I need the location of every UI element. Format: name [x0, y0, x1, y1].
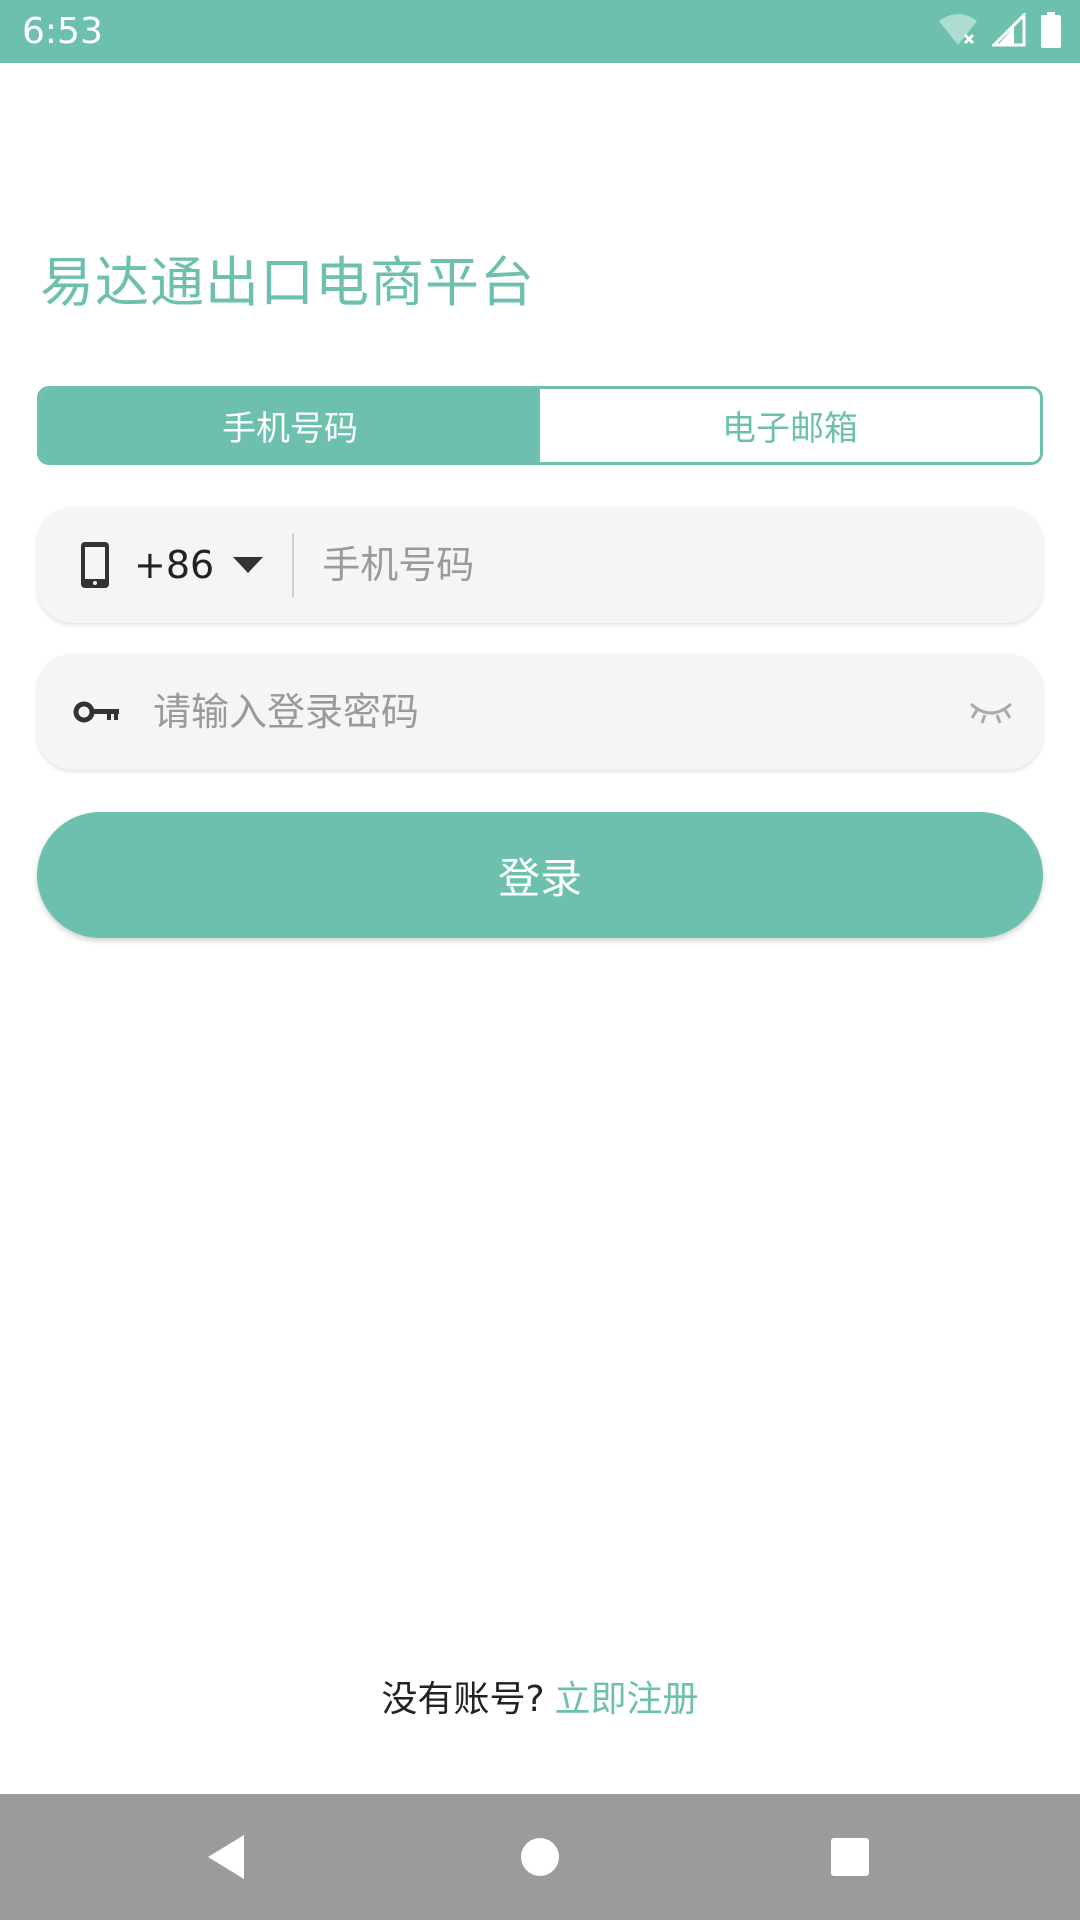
caret-down-icon[interactable] — [232, 555, 264, 575]
status-bar: 6:53 — [0, 0, 1080, 63]
app-title: 易达通出口电商平台 — [40, 251, 535, 314]
register-prompt: 没有账号? 立即注册 — [0, 1676, 1080, 1724]
back-icon[interactable] — [198, 1829, 254, 1885]
password-field — [37, 654, 1043, 770]
system-nav-bar — [0, 1794, 1080, 1920]
wifi-off-icon — [938, 13, 978, 51]
smartphone-icon — [80, 541, 110, 589]
field-divider — [292, 533, 295, 597]
login-method-tabs: 手机号码 电子邮箱 — [37, 386, 1043, 465]
tab-email[interactable]: 电子邮箱 — [540, 389, 1040, 462]
recent-apps-icon[interactable] — [822, 1829, 878, 1885]
no-account-text: 没有账号? — [381, 1679, 545, 1720]
password-input[interactable] — [151, 654, 931, 770]
register-link[interactable]: 立即注册 — [555, 1679, 699, 1720]
eye-closed-icon[interactable] — [969, 698, 1013, 724]
country-code-select[interactable]: +86 — [134, 543, 214, 587]
status-icons — [938, 11, 1062, 52]
phone-field: +86 — [37, 507, 1043, 623]
status-time: 6:53 — [22, 11, 103, 52]
tab-phone[interactable]: 手机号码 — [40, 389, 540, 462]
battery-icon — [1040, 12, 1062, 52]
home-icon[interactable] — [512, 1829, 568, 1885]
key-icon — [73, 698, 121, 726]
cell-signal-icon — [990, 11, 1026, 51]
login-button[interactable]: 登录 — [37, 812, 1043, 938]
phone-input[interactable] — [320, 507, 1001, 623]
